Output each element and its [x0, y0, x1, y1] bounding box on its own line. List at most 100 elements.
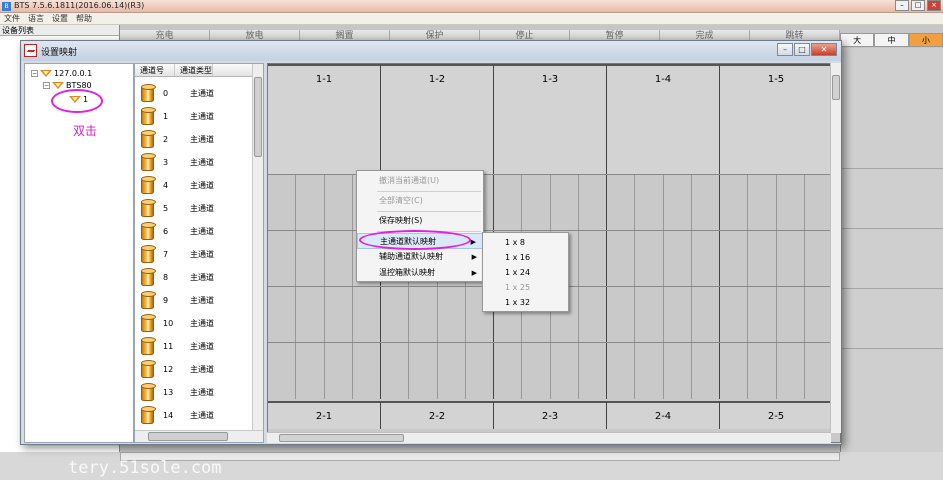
menu-item-clear-all[interactable]: 全部清空(C) [357, 193, 483, 209]
size-tab-small[interactable]: 小 [908, 33, 943, 47]
map-slot[interactable] [805, 343, 833, 399]
channel-list-vscrollbar[interactable] [252, 64, 263, 430]
map-slot[interactable] [748, 175, 777, 231]
map-slot[interactable] [551, 175, 579, 231]
dialog-titlebar[interactable]: 设置映射 – □ ✕ [21, 41, 841, 61]
map-slot[interactable] [325, 175, 353, 231]
map-slot[interactable] [720, 287, 749, 343]
map-column-title[interactable]: 2-5 [720, 401, 833, 429]
channel-list-hscrollbar[interactable] [135, 430, 263, 442]
channel-row[interactable]: 4 主通道 [141, 174, 214, 197]
map-slot[interactable] [692, 175, 720, 231]
map-column-title[interactable]: 2-3 [494, 401, 607, 429]
submenu-item-1x16[interactable]: 1 x 16 [483, 250, 568, 265]
map-slot[interactable] [325, 231, 353, 287]
map-slot[interactable] [381, 287, 410, 343]
menu-settings[interactable]: 设置 [52, 13, 68, 24]
map-slot[interactable] [720, 175, 749, 231]
channel-row[interactable]: 7 主通道 [141, 243, 214, 266]
menu-file[interactable]: 文件 [4, 13, 20, 24]
app-maximize-button[interactable]: □ [911, 0, 925, 11]
map-slot[interactable] [635, 287, 664, 343]
channel-row[interactable]: 0 主通道 [141, 82, 214, 105]
map-slot[interactable] [607, 175, 636, 231]
channel-row[interactable]: 1 主通道 [141, 105, 214, 128]
submenu-item-1x25[interactable]: 1 x 25 [483, 280, 568, 295]
column-header-channel-type[interactable]: 通道类型 [175, 64, 213, 76]
channel-row[interactable]: 11 主通道 [141, 335, 214, 358]
map-slot[interactable] [579, 287, 607, 343]
map-slot[interactable] [777, 175, 805, 231]
map-column-title[interactable]: 1-4 [607, 64, 720, 174]
channel-row[interactable]: 13 主通道 [141, 381, 214, 404]
map-slot[interactable] [268, 287, 297, 343]
map-slot[interactable] [268, 175, 297, 231]
menu-item-temp-box-default[interactable]: 温控箱默认映射 ▶ [357, 265, 483, 281]
map-slot[interactable] [777, 343, 805, 399]
app-close-button[interactable]: × [927, 0, 941, 11]
map-slot[interactable] [607, 343, 636, 399]
map-hscrollbar[interactable] [267, 432, 831, 443]
map-slot[interactable] [607, 231, 636, 287]
map-slot[interactable] [381, 343, 410, 399]
map-slot[interactable] [805, 287, 833, 343]
collapse-icon[interactable]: − [43, 82, 50, 89]
map-slot[interactable] [664, 287, 692, 343]
submenu-item-1x24[interactable]: 1 x 24 [483, 265, 568, 280]
channel-row[interactable]: 9 主通道 [141, 289, 214, 312]
map-slot[interactable] [692, 343, 720, 399]
map-slot[interactable] [748, 343, 777, 399]
map-slot[interactable] [409, 343, 438, 399]
map-slot[interactable] [409, 287, 438, 343]
map-slot[interactable] [635, 343, 664, 399]
submenu-item-1x32[interactable]: 1 x 32 [483, 295, 568, 310]
map-slot[interactable] [692, 231, 720, 287]
menu-item-aux-channel-default[interactable]: 辅助通道默认映射 ▶ [357, 249, 483, 265]
map-slot[interactable] [325, 343, 353, 399]
channel-row[interactable]: 6 主通道 [141, 220, 214, 243]
map-slot[interactable] [748, 287, 777, 343]
map-slot[interactable] [494, 175, 523, 231]
scroll-thumb[interactable] [148, 432, 228, 441]
map-slot[interactable] [296, 175, 325, 231]
scroll-thumb[interactable] [279, 434, 404, 442]
dialog-minimize-button[interactable]: – [777, 43, 793, 56]
tree-node-host[interactable]: − 127.0.0.1 [31, 68, 92, 79]
map-column-title[interactable]: 1-1 [268, 64, 381, 174]
map-slot[interactable] [551, 343, 579, 399]
menu-language[interactable]: 语言 [28, 13, 44, 24]
background-hscrollbar[interactable] [120, 452, 840, 461]
map-slot[interactable] [720, 231, 749, 287]
map-slot[interactable] [296, 343, 325, 399]
map-slot[interactable] [720, 343, 749, 399]
map-slot[interactable] [438, 287, 466, 343]
map-column-title[interactable]: 1-2 [381, 64, 494, 174]
column-header-channel-number[interactable]: 通道号 [135, 64, 175, 76]
size-tab-large[interactable]: 大 [840, 33, 875, 47]
map-slot[interactable] [296, 231, 325, 287]
map-slot[interactable] [579, 175, 607, 231]
channel-row[interactable]: 2 主通道 [141, 128, 214, 151]
collapse-icon[interactable]: − [31, 70, 38, 77]
map-slot[interactable] [777, 287, 805, 343]
map-slot[interactable] [664, 231, 692, 287]
menu-item-undo-channel[interactable]: 撤消当前通道(U) [357, 173, 483, 189]
map-slot[interactable] [579, 231, 607, 287]
map-column-title[interactable]: 2-1 [268, 401, 381, 429]
map-slot[interactable] [494, 343, 523, 399]
map-slot[interactable] [325, 287, 353, 343]
channel-row[interactable]: 12 主通道 [141, 358, 214, 381]
menu-help[interactable]: 帮助 [76, 13, 92, 24]
map-slot[interactable] [805, 175, 833, 231]
map-slot[interactable] [607, 287, 636, 343]
map-slot[interactable] [579, 343, 607, 399]
map-slot[interactable] [692, 287, 720, 343]
map-column-title[interactable]: 1-3 [494, 64, 607, 174]
map-slot[interactable] [664, 175, 692, 231]
map-slot[interactable] [635, 231, 664, 287]
map-slot[interactable] [748, 231, 777, 287]
channel-row[interactable]: 5 主通道 [141, 197, 214, 220]
map-slot[interactable] [268, 231, 297, 287]
app-minimize-button[interactable]: – [895, 0, 909, 11]
channel-row[interactable]: 10 主通道 [141, 312, 214, 335]
